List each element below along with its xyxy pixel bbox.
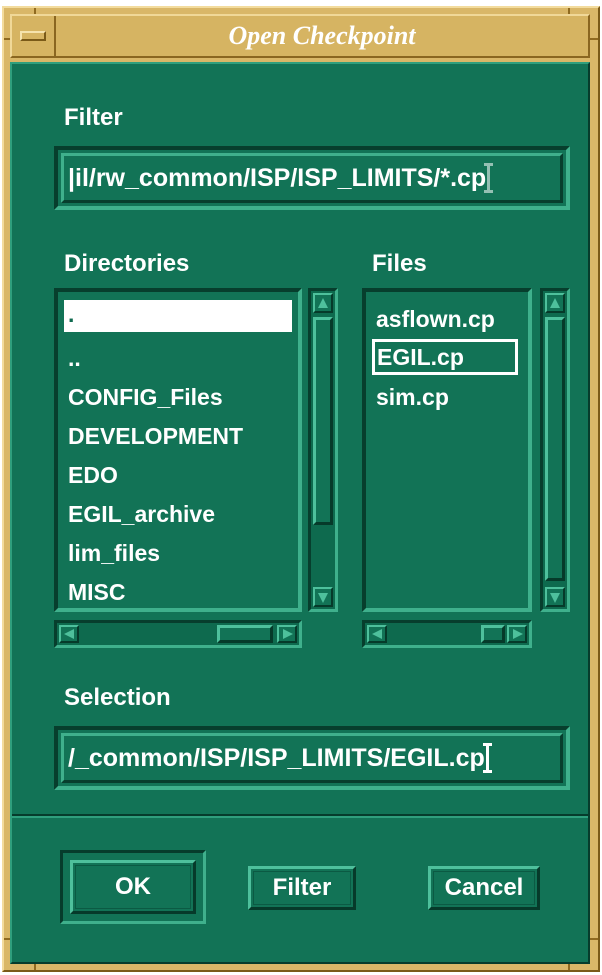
files-label: Files bbox=[372, 250, 427, 277]
button-separator bbox=[12, 814, 588, 818]
directory-item[interactable]: .. bbox=[64, 339, 292, 378]
scroll-up-button[interactable] bbox=[313, 293, 333, 313]
text-cursor bbox=[482, 743, 492, 773]
files-items: asflown.cp EGIL.cp sim.cp bbox=[372, 300, 522, 602]
arrow-right-icon bbox=[513, 629, 523, 639]
window-title: Open Checkpoint bbox=[228, 21, 416, 50]
arrow-down-icon bbox=[318, 593, 328, 603]
scroll-thumb[interactable] bbox=[481, 625, 505, 643]
scroll-thumb[interactable] bbox=[313, 317, 333, 525]
scroll-thumb[interactable] bbox=[217, 625, 273, 643]
directory-item[interactable]: DEVELOPMENT bbox=[64, 417, 292, 456]
scroll-thumb[interactable] bbox=[545, 317, 565, 581]
ok-button-label: OK bbox=[115, 873, 151, 900]
scroll-up-button[interactable] bbox=[545, 293, 565, 313]
files-list[interactable]: asflown.cp EGIL.cp sim.cp bbox=[362, 288, 532, 612]
selection-field[interactable]: /_common/ISP/ISP_LIMITS/EGIL.cp bbox=[54, 726, 570, 790]
frame-corner-mark bbox=[590, 38, 598, 40]
files-horizontal-scrollbar[interactable] bbox=[362, 620, 532, 648]
directories-label: Directories bbox=[64, 250, 190, 277]
directory-item[interactable]: EDO bbox=[64, 456, 292, 495]
scroll-right-button[interactable] bbox=[507, 625, 527, 643]
arrow-up-icon bbox=[318, 298, 328, 308]
directory-item[interactable]: EGIL_archive bbox=[64, 495, 292, 534]
arrow-left-icon bbox=[64, 629, 74, 639]
directories-list[interactable]: ... CONFIG_Files DEVELOPMENT EDO EGIL_archiv… bbox=[54, 288, 302, 612]
scroll-down-button[interactable] bbox=[313, 587, 333, 607]
filter-label: Filter bbox=[64, 104, 123, 131]
cancel-button[interactable]: Cancel bbox=[428, 866, 540, 910]
scroll-left-button[interactable] bbox=[59, 625, 79, 643]
file-item[interactable]: sim.cp bbox=[372, 378, 522, 417]
directory-item[interactable]: . bbox=[64, 300, 292, 332]
directories-vertical-scrollbar[interactable] bbox=[308, 288, 338, 612]
filter-button-label: Filter bbox=[272, 874, 332, 901]
filter-field[interactable]: |il/rw_common/ISP/ISP_LIMITS/*.cp bbox=[54, 146, 570, 210]
title-bar[interactable]: Open Checkpoint bbox=[10, 14, 590, 58]
scroll-right-button[interactable] bbox=[277, 625, 297, 643]
directories-items: ... CONFIG_Files DEVELOPMENT EDO EGIL_archiv… bbox=[64, 300, 292, 602]
arrow-down-icon bbox=[550, 593, 560, 603]
scroll-left-button[interactable] bbox=[367, 625, 387, 643]
arrow-up-icon bbox=[550, 298, 560, 308]
scroll-down-button[interactable] bbox=[545, 587, 565, 607]
text-cursor bbox=[484, 163, 494, 193]
window-menu-button[interactable] bbox=[12, 16, 56, 56]
selection-label: Selection bbox=[64, 684, 171, 711]
cancel-button-label: Cancel bbox=[444, 874, 524, 901]
files-vertical-scrollbar[interactable] bbox=[540, 288, 570, 612]
arrow-left-icon bbox=[372, 629, 382, 639]
directory-item[interactable]: lim_files bbox=[64, 534, 292, 573]
window-menu-icon bbox=[20, 31, 46, 41]
directory-item[interactable]: CONFIG_Files bbox=[64, 378, 292, 417]
selection-value: /_common/ISP/ISP_LIMITS/EGIL.cp bbox=[68, 743, 485, 772]
filter-button[interactable]: Filter bbox=[248, 866, 356, 910]
file-item[interactable]: EGIL.cp bbox=[372, 339, 518, 375]
frame-corner-mark bbox=[590, 938, 598, 940]
ok-button[interactable]: OK bbox=[70, 860, 196, 914]
arrow-right-icon bbox=[283, 629, 293, 639]
file-item[interactable]: asflown.cp bbox=[372, 300, 522, 339]
directories-horizontal-scrollbar[interactable] bbox=[54, 620, 302, 648]
open-checkpoint-dialog: Filter |il/rw_common/ISP/ISP_LIMITS/*.cp… bbox=[10, 62, 590, 964]
directory-item[interactable]: MISC bbox=[64, 573, 292, 602]
filter-value: |il/rw_common/ISP/ISP_LIMITS/*.cp bbox=[68, 163, 487, 192]
